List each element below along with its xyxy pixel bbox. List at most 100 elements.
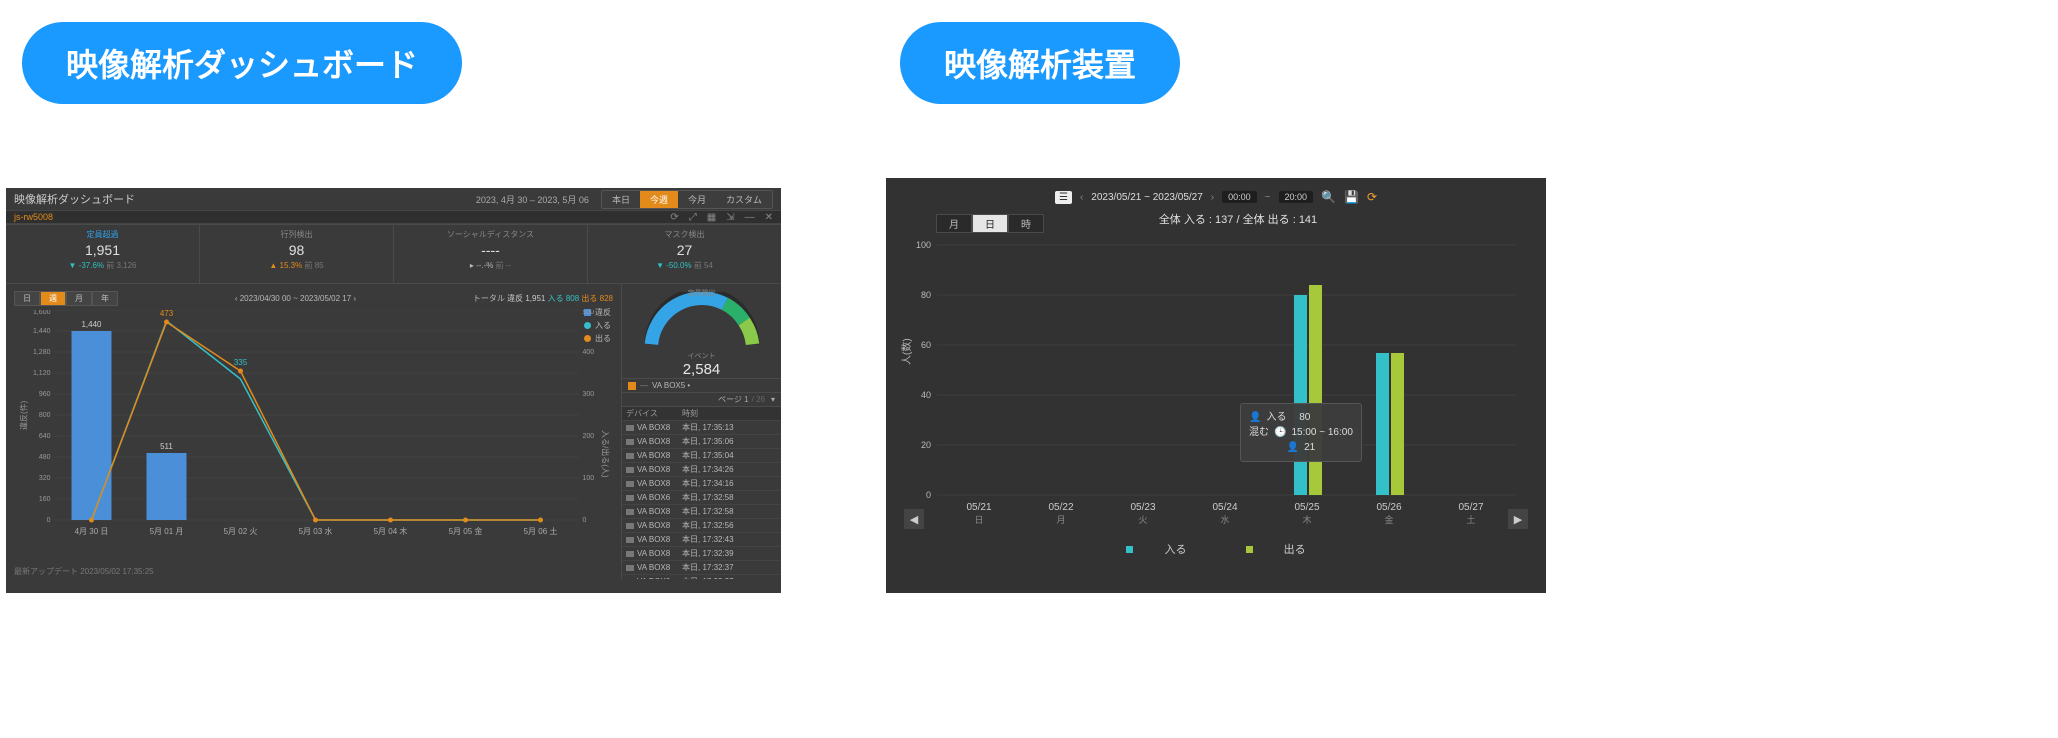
gran-month[interactable]: 月 bbox=[936, 214, 972, 233]
device-summary: 全体 入る : 137 / 全体 出る : 141 bbox=[1044, 211, 1432, 227]
svg-text:335: 335 bbox=[234, 358, 248, 367]
chart-tooltip: 👤入る 80 混む🕒15:00 ~ 16:00 👤21 bbox=[1240, 403, 1362, 462]
search-icon[interactable]: 🔍 bbox=[1321, 190, 1336, 204]
svg-text:1,440: 1,440 bbox=[33, 328, 51, 335]
svg-text:40: 40 bbox=[921, 390, 931, 400]
device-bar-chart[interactable]: 人(数) 02040 6080100 05/21 bbox=[900, 235, 1532, 535]
legend-in: 入る bbox=[1164, 544, 1186, 556]
table-row[interactable]: VA BOX8本日, 17:32:58 bbox=[622, 505, 781, 519]
svg-text:160: 160 bbox=[39, 496, 51, 503]
svg-text:5月 05 金: 5月 05 金 bbox=[449, 526, 483, 536]
svg-text:500: 500 bbox=[583, 310, 595, 316]
gran-day[interactable]: 日 bbox=[972, 214, 1008, 233]
gran-day[interactable]: 日 bbox=[14, 291, 40, 306]
heading-device: 映像解析装置 bbox=[900, 22, 1180, 104]
calendar-icon[interactable]: ☰ bbox=[1055, 191, 1072, 204]
chart-granularity: 日 週 月 年 bbox=[14, 291, 118, 306]
device-name: js-rw5008 bbox=[14, 212, 53, 222]
svg-text:200: 200 bbox=[583, 433, 595, 440]
gran-week[interactable]: 週 bbox=[40, 291, 66, 306]
camera-icon bbox=[626, 453, 634, 459]
row-device: VA BOX8 bbox=[637, 563, 670, 572]
table-row[interactable]: VA BOX8本日, 17:35:13 bbox=[622, 421, 781, 435]
checkbox-icon[interactable] bbox=[628, 382, 636, 390]
card-delta: ▲ 15.3% 前 85 bbox=[208, 260, 385, 271]
chevron-down-icon[interactable]: ▾ bbox=[771, 395, 775, 404]
prev-button[interactable]: ◀ bbox=[904, 509, 924, 529]
chevron-right-icon[interactable]: › bbox=[1211, 192, 1214, 203]
svg-text:473: 473 bbox=[160, 310, 174, 318]
time-to[interactable]: 20:00 bbox=[1279, 191, 1314, 203]
camera-icon bbox=[626, 523, 634, 529]
camera-icon bbox=[626, 467, 634, 473]
table-row[interactable]: VA BOX8本日, 17:35:04 bbox=[622, 449, 781, 463]
camera-icon bbox=[626, 495, 634, 501]
table-row[interactable]: VA BOX6本日, 17:32:58 bbox=[622, 491, 781, 505]
svg-text:20: 20 bbox=[921, 440, 931, 450]
card-label: ソーシャルディスタンス bbox=[402, 229, 579, 240]
svg-text:日: 日 bbox=[974, 515, 983, 525]
gran-hour[interactable]: 時 bbox=[1008, 214, 1044, 233]
chevron-left-icon[interactable]: ‹ bbox=[1080, 192, 1083, 203]
device-legend: 入る 出る bbox=[900, 541, 1532, 557]
svg-text:05/24: 05/24 bbox=[1212, 502, 1237, 513]
card-social-distance[interactable]: ソーシャルディスタンス ---- ▸ --.-% 前 -- bbox=[394, 225, 588, 283]
range-today[interactable]: 本日 bbox=[602, 191, 640, 208]
minimize-icon[interactable]: — bbox=[745, 212, 755, 223]
svg-text:5月 03 水: 5月 03 水 bbox=[299, 526, 333, 536]
card-label: 定員超過 bbox=[14, 229, 191, 240]
table-header: デバイス 時刻 bbox=[622, 407, 781, 421]
heading-dashboard: 映像解析ダッシュボード bbox=[22, 22, 462, 104]
device-chart-svg: 02040 6080100 05/21 05/22 05/23 05/24 05… bbox=[900, 235, 1532, 535]
gran-year[interactable]: 年 bbox=[92, 291, 118, 306]
svg-text:4月 30 日: 4月 30 日 bbox=[75, 527, 109, 536]
table-row[interactable]: VA BOX8本日, 17:32:27 bbox=[622, 575, 781, 579]
pager: ページ 1 / 26 ▾ bbox=[622, 393, 781, 407]
device-row: js-rw5008 ⟳ ⤢ ▦ ⇲ — ✕ bbox=[6, 210, 781, 224]
clock-icon: 🕒 bbox=[1274, 425, 1286, 440]
table-row[interactable]: VA BOX8本日, 17:34:16 bbox=[622, 477, 781, 491]
save-icon[interactable]: 💾 bbox=[1344, 190, 1359, 204]
table-row[interactable]: VA BOX8本日, 17:32:56 bbox=[622, 519, 781, 533]
settings-icon[interactable]: ✕ bbox=[765, 212, 773, 223]
svg-text:60: 60 bbox=[921, 340, 931, 350]
gran-month[interactable]: 月 bbox=[66, 291, 92, 306]
card-mask[interactable]: マスク検出 27 ▼ -50.0% 前 54 bbox=[588, 225, 781, 283]
table-row[interactable]: VA BOX8本日, 17:32:43 bbox=[622, 533, 781, 547]
person-icon: 👤 bbox=[1249, 410, 1261, 425]
next-button[interactable]: ▶ bbox=[1508, 509, 1528, 529]
row-time: 本日, 17:34:26 bbox=[682, 464, 781, 475]
card-label: マスク検出 bbox=[596, 229, 773, 240]
refresh-icon[interactable]: ⟳ bbox=[1367, 190, 1377, 204]
row-device: VA BOX8 bbox=[637, 479, 670, 488]
date-range-label: 2023, 4月 30 – 2023, 5月 06 bbox=[476, 193, 589, 206]
combo-chart[interactable]: 0160320 480640800 9601,1201,280 1,4401,6… bbox=[14, 310, 613, 548]
table-row[interactable]: VA BOX8本日, 17:34:26 bbox=[622, 463, 781, 477]
svg-text:金: 金 bbox=[1384, 514, 1393, 525]
svg-text:100: 100 bbox=[583, 475, 595, 482]
export-icon[interactable]: ⇲ bbox=[726, 212, 734, 223]
device-filter-row[interactable]: — VA BOX5 • bbox=[622, 379, 781, 393]
svg-text:木: 木 bbox=[1302, 514, 1311, 525]
card-queue[interactable]: 行列検出 98 ▲ 15.3% 前 85 bbox=[200, 225, 394, 283]
svg-text:5月 02 火: 5月 02 火 bbox=[224, 527, 258, 536]
svg-text:05/27: 05/27 bbox=[1458, 502, 1483, 513]
grid-icon[interactable]: ▦ bbox=[707, 212, 716, 223]
range-custom[interactable]: カスタム bbox=[716, 191, 772, 208]
topbar-right: 2023, 4月 30 – 2023, 5月 06 本日 今週 今月 カスタム bbox=[476, 190, 773, 209]
table-row[interactable]: VA BOX8本日, 17:35:06 bbox=[622, 435, 781, 449]
person-icon: 👤 bbox=[1287, 440, 1299, 455]
range-month[interactable]: 今月 bbox=[678, 191, 716, 208]
event-table: デバイス 時刻 VA BOX8本日, 17:35:13VA BOX8本日, 17… bbox=[622, 407, 781, 579]
expand-icon[interactable]: ⤢ bbox=[689, 212, 697, 223]
device-granularity: 月 日 時 bbox=[936, 214, 1044, 233]
camera-icon bbox=[626, 425, 634, 431]
time-from[interactable]: 00:00 bbox=[1222, 191, 1257, 203]
refresh-icon[interactable]: ⟳ bbox=[670, 212, 678, 223]
device-topbar: ☰ ‹ 2023/05/21 ~ 2023/05/27 › 00:00 ~ 20… bbox=[900, 188, 1532, 206]
table-row[interactable]: VA BOX8本日, 17:32:39 bbox=[622, 547, 781, 561]
range-week[interactable]: 今週 bbox=[640, 191, 678, 208]
card-capacity[interactable]: 定員超過 1,951 ▼ -37.6% 前 3,126 bbox=[6, 225, 200, 283]
table-row[interactable]: VA BOX8本日, 17:32:37 bbox=[622, 561, 781, 575]
row-time: 本日, 17:32:39 bbox=[682, 548, 781, 559]
